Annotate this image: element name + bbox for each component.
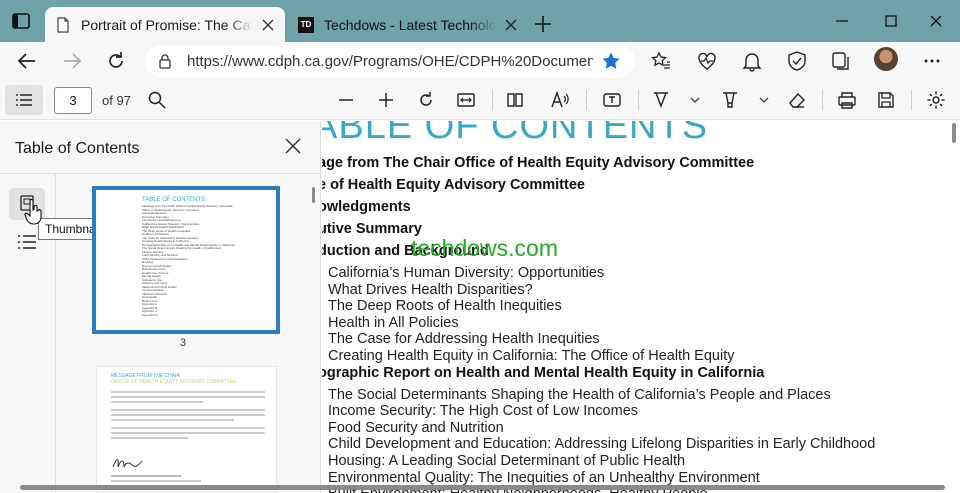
highlight-icon[interactable] bbox=[720, 90, 740, 110]
lock-icon[interactable] bbox=[157, 53, 173, 69]
signature-line bbox=[111, 475, 181, 477]
fit-to-width-icon[interactable] bbox=[456, 90, 476, 110]
vertical-scrollbar[interactable] bbox=[950, 121, 960, 493]
toc-section-entry[interactable]: owledgments bbox=[322, 199, 411, 215]
zoom-in-icon[interactable] bbox=[376, 90, 396, 110]
table-of-contents-panel: Table of Contents Thumbnail view TABLE O… bbox=[0, 121, 321, 493]
techdows-favicon: TD bbox=[298, 16, 314, 33]
scrollbar-thumb[interactable] bbox=[952, 123, 956, 143]
tab-title: Portrait of Promise: The California bbox=[81, 16, 253, 33]
tab-title: Techdows - Latest Technology Ne bbox=[324, 16, 496, 33]
navigation-bar: https://www.cdph.ca.gov/Programs/OHE/CDP… bbox=[0, 42, 960, 80]
toc-subsection-entry[interactable]: Creating Health Equity in California: Th… bbox=[328, 348, 734, 364]
profile-avatar[interactable] bbox=[874, 47, 898, 71]
toc-subsection-entry[interactable]: What Drives Health Disparities? bbox=[328, 282, 533, 298]
horizontal-scrollbar[interactable] bbox=[20, 485, 945, 490]
draw-icon[interactable] bbox=[651, 90, 671, 110]
title-bar: Portrait of Promise: The California TD T… bbox=[0, 0, 960, 42]
close-tab-icon[interactable] bbox=[504, 18, 518, 32]
list-icon bbox=[16, 94, 32, 106]
toc-section-entry[interactable]: ographic Report on Health and Mental Hea… bbox=[322, 365, 764, 381]
page-count: of 97 bbox=[102, 93, 131, 108]
more-options-icon[interactable] bbox=[921, 50, 943, 72]
toc-subsection-entry[interactable]: Environmental Quality: The Inequities of… bbox=[328, 470, 760, 486]
panel-divider bbox=[0, 173, 320, 174]
panel-scrollbar[interactable] bbox=[312, 187, 315, 203]
toolbar-divider bbox=[822, 90, 823, 110]
toolbar-divider bbox=[586, 90, 587, 110]
thumbnail-line: Appendix D bbox=[142, 313, 158, 317]
save-icon[interactable] bbox=[876, 90, 896, 110]
url-text[interactable]: https://www.cdph.ca.gov/Programs/OHE/CDP… bbox=[187, 53, 593, 70]
thumbnail-body bbox=[111, 391, 265, 453]
health-heart-icon[interactable] bbox=[696, 50, 718, 72]
close-panel-icon[interactable] bbox=[284, 137, 302, 155]
notifications-bell-icon[interactable] bbox=[741, 50, 763, 72]
toc-subsection-entry[interactable]: Health in All Policies bbox=[328, 315, 459, 331]
forward-icon[interactable] bbox=[61, 50, 83, 72]
panel-title: Table of Contents bbox=[15, 140, 140, 157]
signature-icon bbox=[112, 459, 143, 468]
zoom-out-icon[interactable] bbox=[336, 90, 356, 110]
toc-subsection-entry[interactable]: The Case for Addressing Health Inequitie… bbox=[328, 331, 600, 347]
chevron-down-icon[interactable] bbox=[687, 90, 703, 110]
thumbnail-heading: TABLE OF CONTENTS bbox=[142, 197, 206, 203]
minimize-icon[interactable] bbox=[833, 12, 851, 30]
page-thumbnail-selected[interactable]: TABLE OF CONTENTS Message from The Chair… bbox=[92, 186, 280, 334]
toc-subsection-entry[interactable]: Housing: A Leading Social Determinant of… bbox=[328, 453, 685, 469]
toc-section-entry[interactable]: age from The Chair Office of Health Equi… bbox=[322, 155, 754, 171]
toc-subsection-entry[interactable]: Food Security and Nutrition bbox=[328, 420, 504, 436]
address-bar[interactable]: https://www.cdph.ca.gov/Programs/OHE/CDP… bbox=[145, 45, 635, 77]
refresh-icon[interactable] bbox=[105, 50, 127, 72]
collections-icon[interactable] bbox=[830, 50, 852, 72]
page-heading: ABLE OF CONTENTS bbox=[322, 121, 709, 147]
page-view-icon[interactable] bbox=[505, 90, 525, 110]
toc-subsection-entry[interactable]: The Social Determinants Shaping the Heal… bbox=[328, 387, 831, 403]
back-icon[interactable] bbox=[16, 50, 38, 72]
browser-essentials-icon[interactable] bbox=[786, 50, 808, 72]
toolbar-divider bbox=[638, 90, 639, 110]
toc-subsection-entry[interactable]: Child Development and Education: Address… bbox=[328, 436, 875, 452]
settings-gear-icon[interactable] bbox=[926, 90, 946, 110]
pdf-page: ABLE OF CONTENTS age from The Chair Offi… bbox=[322, 121, 945, 493]
thumbnail-page-label: 3 bbox=[180, 337, 187, 349]
close-tab-icon[interactable] bbox=[261, 18, 275, 32]
watermark: techdows.com bbox=[411, 235, 559, 261]
tab-portrait-of-promise[interactable]: Portrait of Promise: The California bbox=[45, 7, 285, 42]
toc-section-entry[interactable]: e of Health Equity Advisory Committee bbox=[322, 177, 585, 193]
maximize-icon[interactable] bbox=[882, 12, 900, 30]
page-thumbnail[interactable]: MESSAGE FROM THE CHAIR OFFICE OF HEALTH … bbox=[96, 366, 277, 493]
close-window-icon[interactable] bbox=[927, 12, 945, 30]
page-number-input[interactable]: 3 bbox=[54, 87, 92, 114]
add-text-icon[interactable] bbox=[602, 90, 622, 110]
toc-subsection-entry[interactable]: California’s Human Diversity: Opportunit… bbox=[328, 265, 604, 281]
tab-actions-icon[interactable] bbox=[12, 13, 30, 29]
eraser-icon[interactable] bbox=[787, 90, 807, 110]
rotate-icon[interactable] bbox=[416, 90, 436, 110]
toc-section-entry[interactable]: utive Summary bbox=[322, 221, 422, 237]
toolbar-divider bbox=[911, 90, 912, 110]
toc-subsection-entry[interactable]: Income Security: The High Cost of Low In… bbox=[328, 403, 638, 419]
new-tab-icon[interactable] bbox=[533, 14, 553, 34]
signature-caption bbox=[111, 480, 201, 482]
outline-view-icon[interactable] bbox=[17, 233, 37, 251]
thumbnail-lines: Message from The Chair Office of Health … bbox=[142, 205, 262, 317]
favorites-icon[interactable] bbox=[650, 50, 672, 72]
search-icon[interactable] bbox=[147, 90, 167, 110]
toc-subsection-entry[interactable]: The Deep Roots of Health Inequities bbox=[328, 298, 562, 314]
tab-techdows[interactable]: TD Techdows - Latest Technology Ne bbox=[288, 7, 528, 42]
toolbar-divider bbox=[492, 90, 493, 110]
print-icon[interactable] bbox=[837, 90, 857, 110]
pdf-toolbar: 3 of 97 bbox=[0, 80, 960, 120]
document-icon bbox=[57, 16, 69, 33]
favorite-star-icon[interactable] bbox=[601, 51, 621, 71]
thumbnail-subheading: OFFICE OF HEALTH EQUITY ADVISORY COMMITT… bbox=[111, 379, 237, 385]
read-aloud-icon[interactable] bbox=[550, 90, 570, 110]
chevron-down-icon[interactable] bbox=[756, 90, 772, 110]
table-of-contents-button[interactable] bbox=[5, 85, 43, 115]
hand-cursor-icon bbox=[24, 199, 42, 225]
